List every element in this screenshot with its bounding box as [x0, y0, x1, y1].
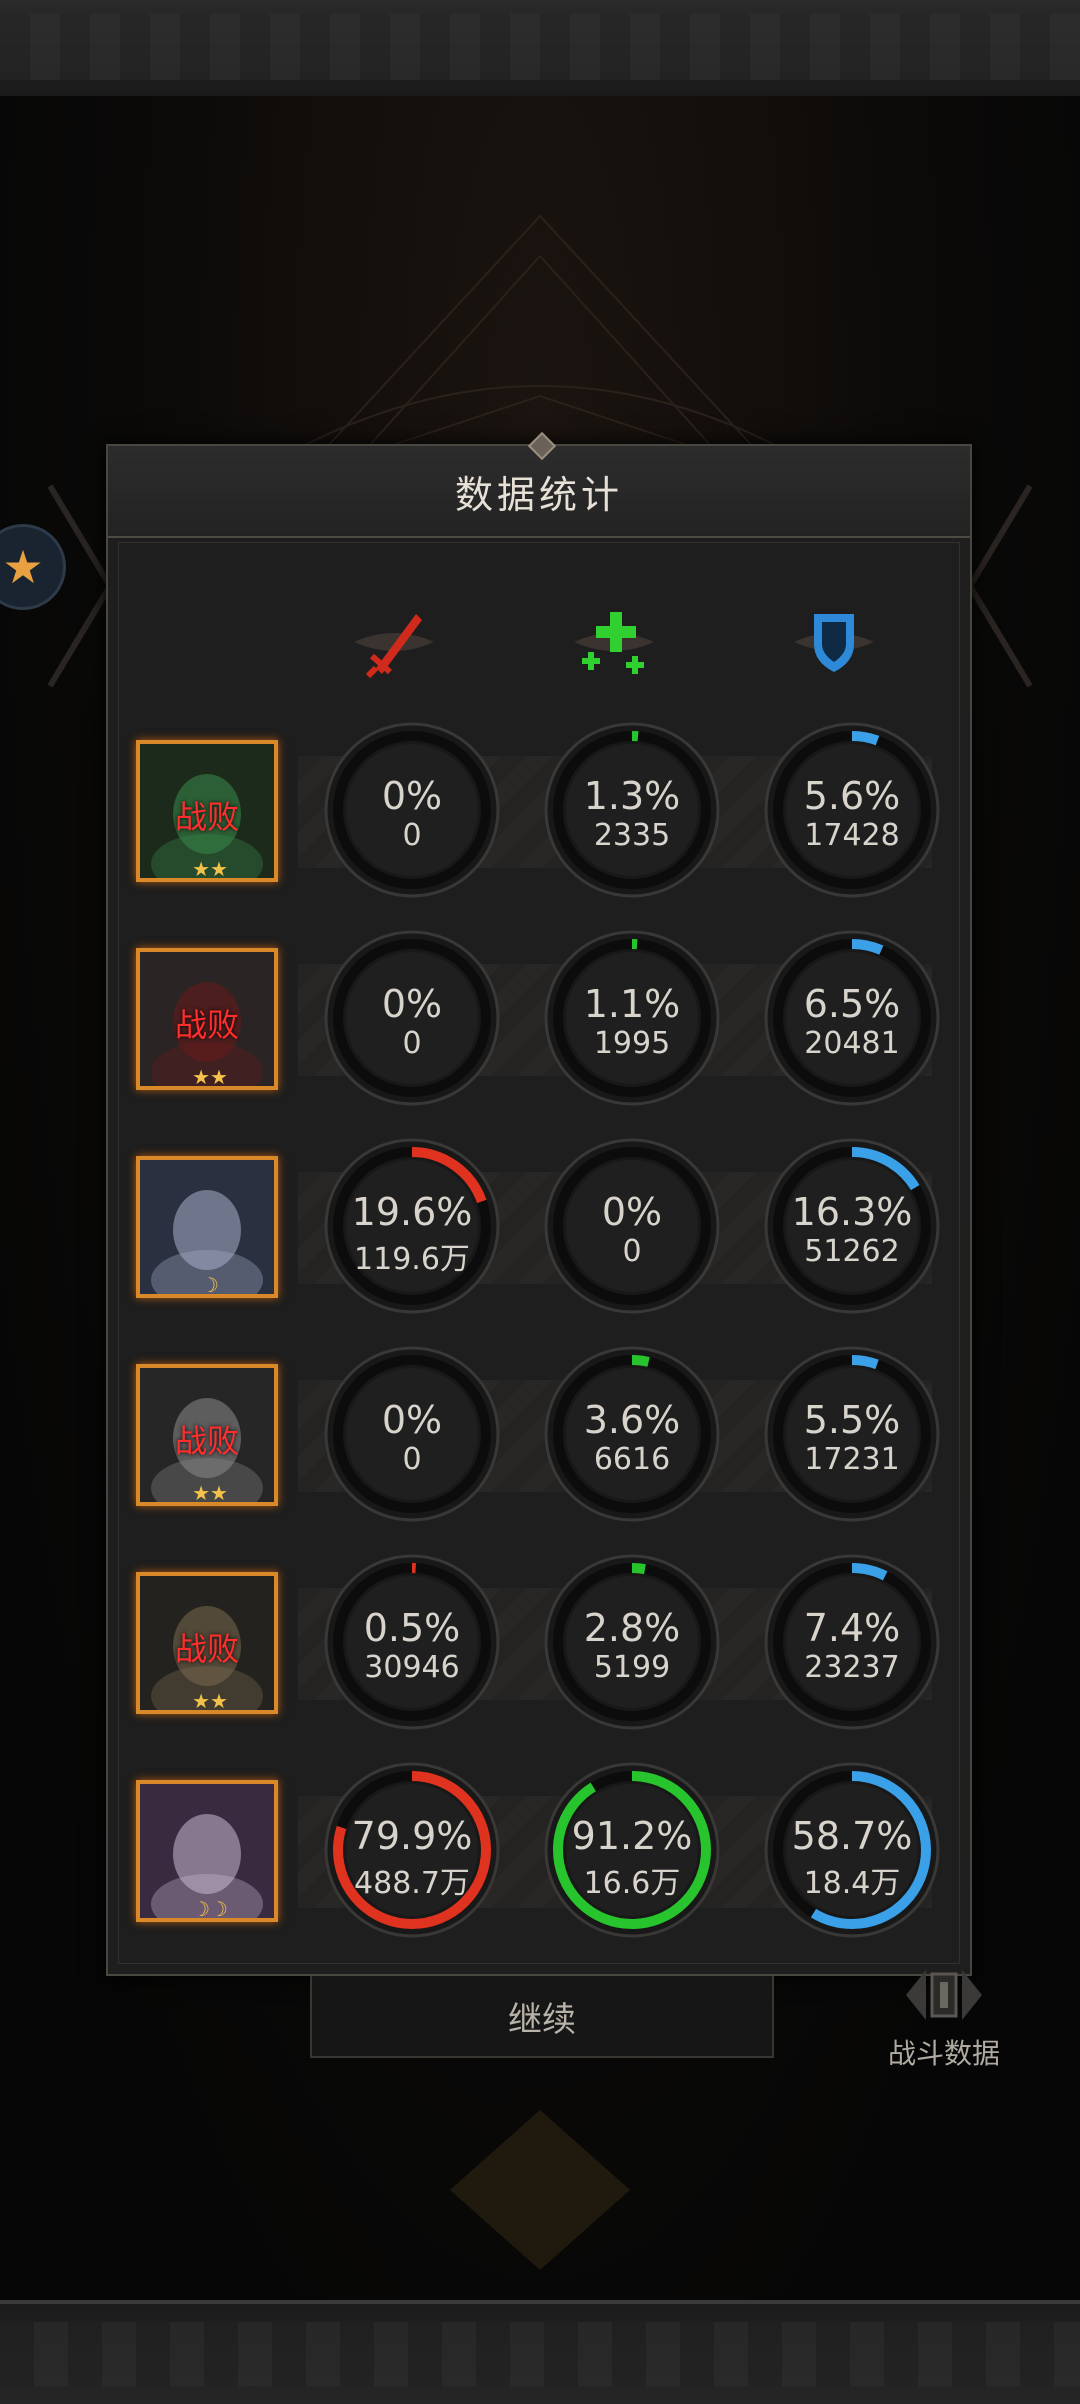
green-heal-cross-icon — [574, 612, 654, 674]
hero-avatar[interactable]: 战败 ★★ — [136, 948, 278, 1090]
heal-stat: 2.8% 5199 — [542, 1552, 722, 1732]
heal-stat: 1.3% 2335 — [542, 720, 722, 900]
defeat-label: 战败 — [174, 1006, 239, 1044]
battle-data-label: 战斗数据 — [887, 2037, 1000, 2070]
stat-value: 0 — [402, 818, 422, 853]
shield-stat: 6.5% 20481 — [762, 928, 942, 1108]
stat-value: 17231 — [804, 1442, 900, 1477]
stat-value: 20481 — [804, 1026, 900, 1061]
bottom-frame — [0, 2300, 1080, 2404]
damage-stat: 19.6% 119.6万 — [322, 1136, 502, 1316]
stat-value: 51262 — [804, 1234, 900, 1269]
heal-stat: 3.6% 6616 — [542, 1344, 722, 1524]
heal-column-icon — [566, 594, 662, 690]
heal-stat: 0% 0 — [542, 1136, 722, 1316]
stat-value: 23237 — [804, 1650, 900, 1685]
shield-stat: 7.4% 23237 — [762, 1552, 942, 1732]
stat-percent: 58.7% — [791, 1814, 913, 1858]
red-sword-icon — [354, 614, 434, 679]
stat-value: 6616 — [593, 1442, 671, 1477]
damage-stat: 0% 0 — [322, 720, 502, 900]
hero-row: 战败 ★★ 0% 0 1.3% 2335 5.6% 17428 — [122, 720, 952, 900]
defeat-label: 战败 — [174, 798, 239, 836]
rank-badge: ★★ — [192, 1481, 228, 1505]
damage-column-icon — [346, 594, 442, 690]
hero-avatar[interactable]: 战败 ★★ — [136, 740, 278, 882]
stat-percent: 0% — [381, 982, 443, 1026]
hero-avatar[interactable]: 战败 ★★ — [136, 1364, 278, 1506]
hero-row: 战败 ★★ 0.5% 30946 2.8% 5199 7.4% 23237 — [122, 1552, 952, 1732]
stat-value: 0 — [402, 1026, 422, 1061]
stat-percent: 6.5% — [803, 982, 901, 1026]
stat-percent: 0% — [601, 1190, 663, 1234]
stat-percent: 0% — [381, 1398, 443, 1442]
stat-percent: 0% — [381, 774, 443, 818]
top-frame — [0, 0, 1080, 100]
stat-value: 18.4万 — [803, 1866, 901, 1901]
damage-stat: 0% 0 — [322, 1344, 502, 1524]
hero-row: ☽☽ 79.9% 488.7万 91.2% 16.6万 58.7% 18.4万 — [122, 1760, 952, 1940]
stat-value: 5199 — [593, 1650, 671, 1685]
damage-stat: 79.9% 488.7万 — [322, 1760, 502, 1940]
damage-stat: 0% 0 — [322, 928, 502, 1108]
stat-percent: 19.6% — [351, 1190, 473, 1234]
continue-button[interactable]: 继续 — [310, 1976, 774, 2058]
stat-percent: 3.6% — [583, 1398, 681, 1442]
shield-column-icon — [786, 594, 882, 690]
shield-stat: 5.6% 17428 — [762, 720, 942, 900]
stat-percent: 1.1% — [583, 982, 681, 1026]
continue-label: 继续 — [508, 1999, 576, 2040]
rank-badge: ☽☽ — [192, 1897, 228, 1921]
stat-value: 488.7万 — [354, 1866, 470, 1901]
stat-percent: 2.8% — [583, 1606, 681, 1650]
stat-percent: 16.3% — [791, 1190, 913, 1234]
damage-stat: 0.5% 30946 — [322, 1552, 502, 1732]
heal-stat: 1.1% 1995 — [542, 928, 722, 1108]
stats-panel: 数据统计 战败 ★★ 0% 0 1.3% 2335 5.6% 17428 战败 ★★ 0% 0 1.1%… — [106, 431, 972, 1976]
stat-percent: 5.5% — [803, 1398, 901, 1442]
rank-badge: ☽ — [201, 1273, 219, 1297]
hero-avatar[interactable]: ☽☽ — [136, 1780, 278, 1922]
defeat-label: 战败 — [174, 1422, 239, 1460]
stat-value: 17428 — [804, 818, 900, 853]
shield-stat: 5.5% 17231 — [762, 1344, 942, 1524]
stat-value: 2335 — [593, 818, 671, 853]
stat-percent: 79.9% — [351, 1814, 473, 1858]
hero-row: 战败 ★★ 0% 0 1.1% 1995 6.5% 20481 — [122, 928, 952, 1108]
hero-avatar[interactable]: 战败 ★★ — [136, 1572, 278, 1714]
panel-title: 数据统计 — [108, 446, 970, 538]
rank-badge: ★★ — [192, 857, 228, 881]
heal-stat: 91.2% 16.6万 — [542, 1760, 722, 1940]
stat-value: 30946 — [364, 1650, 460, 1685]
stat-value: 1995 — [593, 1026, 671, 1061]
rank-badge: ★★ — [192, 1689, 228, 1713]
battle-data-icon — [906, 1970, 982, 2020]
background-emblem — [450, 2110, 630, 2270]
battle-data-button[interactable]: 战斗数据 — [874, 1960, 1014, 2080]
stat-percent: 5.6% — [803, 774, 901, 818]
hero-row: 战败 ★★ 0% 0 3.6% 6616 5.5% 17231 — [122, 1344, 952, 1524]
hero-row: ☽ 19.6% 119.6万 0% 0 16.3% 51262 — [122, 1136, 952, 1316]
stat-value: 119.6万 — [354, 1242, 470, 1277]
stat-percent: 7.4% — [803, 1606, 901, 1650]
stat-percent: 91.2% — [571, 1814, 693, 1858]
stat-value: 16.6万 — [583, 1866, 681, 1901]
stat-percent: 1.3% — [583, 774, 681, 818]
shield-stat: 16.3% 51262 — [762, 1136, 942, 1316]
hero-avatar[interactable]: ☽ — [136, 1156, 278, 1298]
blue-shield-icon — [794, 614, 874, 672]
stat-value: 0 — [402, 1442, 422, 1477]
stat-value: 0 — [622, 1234, 642, 1269]
defeat-label: 战败 — [174, 1630, 239, 1668]
stat-percent: 0.5% — [363, 1606, 461, 1650]
shield-stat: 58.7% 18.4万 — [762, 1760, 942, 1940]
rank-badge: ★★ — [192, 1065, 228, 1089]
